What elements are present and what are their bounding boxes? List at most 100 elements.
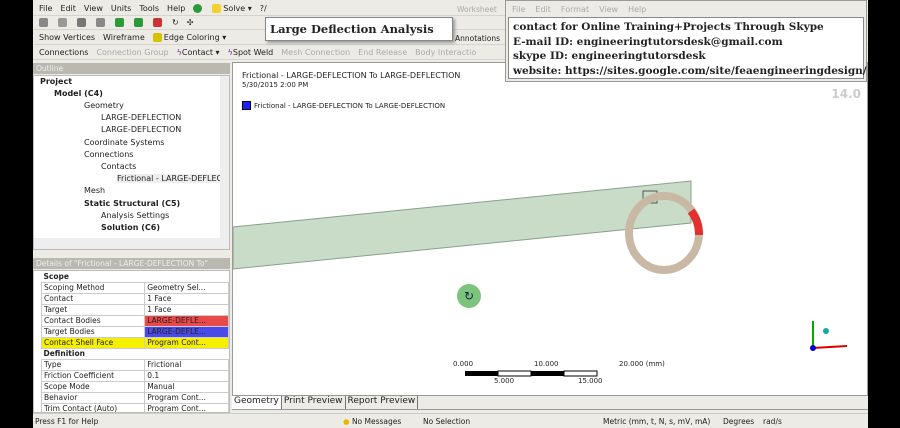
end-release-button[interactable]: End Release [358,48,407,57]
details-table: Scope Scoping Method Geometry Sel... Contac… [40,271,229,412]
details-row[interactable]: Friction Coefficient 0.1 [40,369,229,382]
title-overlay: Large Deflection Analysis [265,17,453,41]
wireframe-button[interactable]: Wireframe [103,33,145,42]
body-icon[interactable] [115,18,124,27]
menu-view[interactable]: View [84,4,103,13]
connection-group-button[interactable]: Connection Group [96,48,168,57]
menu-units[interactable]: Units [111,4,131,13]
move-icon[interactable]: ✣ [187,18,194,27]
details-row[interactable]: Type Frictional [40,358,229,371]
tab-geometry[interactable]: Geometry [232,396,282,409]
details-row[interactable]: Scoping Method Geometry Sel... [40,281,229,294]
tree-contacts[interactable]: Contacts [101,162,136,171]
face-icon[interactable] [96,18,105,27]
edge-coloring-button[interactable]: Edge Coloring ▾ [152,33,226,42]
show-vertices-button[interactable]: Show Vertices [39,33,95,42]
notepad-menu-view[interactable]: View [599,5,618,14]
details-row[interactable]: Contact 1 Face [40,292,229,305]
explode-icon[interactable] [153,18,162,27]
rotate-cursor-glyph: ↻ [464,289,474,303]
menu-tools[interactable]: Tools [139,4,159,13]
rotate-icon[interactable]: ↻ [172,18,179,27]
details-row[interactable]: Definition [42,348,229,359]
refresh-icon[interactable] [193,4,203,13]
property-value[interactable]: Program Cont... [144,336,229,349]
menu-help[interactable]: Help [167,4,185,13]
scale-label-5: 5.000 [494,377,515,385]
notepad-menu-file[interactable]: File [512,5,525,14]
property-value[interactable]: 1 Face [144,292,229,305]
notepad-menu-edit[interactable]: Edit [535,5,551,14]
tree-body-2[interactable]: LARGE-DEFLECTION [101,125,181,134]
select-icon[interactable] [39,18,48,27]
property-value[interactable]: LARGE-DEFLE... [144,314,229,327]
scale-bar [465,370,598,377]
outline-tree[interactable]: Project Model (C4) Geometry LARGE-DEFLEC… [33,75,230,250]
outline-scrollbar[interactable] [220,76,229,239]
mesh-connection-button[interactable]: Mesh Connection [281,48,350,57]
menu-file[interactable]: File [39,4,52,13]
tree-frictional-contact[interactable]: Frictional - LARGE-DEFLEC [117,174,223,183]
tab-print-preview[interactable]: Print Preview [282,396,346,409]
property-value[interactable]: Manual [144,380,229,393]
tree-static-structural[interactable]: Static Structural (C5) [84,199,180,208]
details-row[interactable]: Trim Contact (Auto) Program Cont... [40,402,229,412]
contact-line: contact for Online Training+Projects Thr… [513,21,824,33]
graphics-viewport[interactable]: Frictional - LARGE-DEFLECTION To LARGE-D… [232,62,868,396]
details-row[interactable]: Scope Mode Manual [40,380,229,393]
message-icon: ● [343,416,350,426]
property-value[interactable]: Program Cont... [144,391,229,404]
vertex-icon[interactable] [77,18,86,27]
status-angle[interactable]: Degrees [723,417,763,426]
body-interaction-button[interactable]: Body Interactio [415,48,476,57]
property-name: Scope Mode [40,380,146,393]
details-row[interactable]: Behavior Program Cont... [40,391,229,404]
status-messages[interactable]: ● No Messages [343,417,423,426]
tree-connections[interactable]: Connections [84,150,133,159]
pan-icon[interactable] [58,18,67,27]
tree-mesh[interactable]: Mesh [84,186,105,195]
tree-model[interactable]: Model (C4) [54,89,103,98]
details-row[interactable]: Contact Bodies LARGE-DEFLE... [40,314,229,327]
contact-button[interactable]: ϟContact ▾ [177,48,220,57]
property-name: Friction Coefficient [40,369,146,382]
lightning-icon [212,4,222,13]
tree-body-1[interactable]: LARGE-DEFLECTION [101,113,181,122]
property-value[interactable]: LARGE-DEFLE... [144,325,229,338]
status-units[interactable]: Metric (mm, t, N, s, mV, mA) [603,417,723,426]
beam-body [233,180,692,270]
property-value[interactable]: Frictional [144,358,229,371]
tree-geometry[interactable]: Geometry [84,101,124,110]
details-row[interactable]: Contact Shell Face Program Cont... [40,336,229,349]
tree-coordinate-systems[interactable]: Coordinate Systems [84,138,164,147]
details-row[interactable]: Scope [42,271,229,282]
status-rate[interactable]: rad/s [763,417,782,426]
outline-hscrollbar[interactable] [34,238,229,249]
annotations-button[interactable]: Annotations [455,34,500,43]
connections-label: Connections [39,48,89,57]
property-value[interactable]: Geometry Sel... [144,281,229,294]
help-button[interactable]: ?/ [260,4,267,13]
status-help: Press F1 for Help [35,416,99,426]
tab-report-preview[interactable]: Report Preview [346,396,419,409]
details-row[interactable]: Target Bodies LARGE-DEFLE... [40,325,229,338]
menu-edit[interactable]: Edit [60,4,76,13]
body-select-icon[interactable] [134,18,143,27]
worksheet-button[interactable]: Worksheet [457,5,497,14]
tree-solution[interactable]: Solution (C6) [101,223,160,232]
notepad-menu-format[interactable]: Format [561,5,589,14]
details-row[interactable]: Target 1 Face [40,303,229,316]
solve-button[interactable]: Solve ▾ [212,4,252,13]
tree-analysis-settings[interactable]: Analysis Settings [101,211,169,220]
notepad-text[interactable]: contact for Online Training+Projects Thr… [508,17,867,79]
edge-coloring-icon [152,33,162,42]
property-value[interactable]: Program Cont... [144,402,229,412]
spot-weld-button[interactable]: ϟSpot Weld [228,48,274,57]
website-line: website: https://sites.google.com/site/f… [513,64,867,77]
tree-project[interactable]: Project [40,77,72,86]
mechanical-window: File Edit View Units Tools Help Solve ▾ … [33,0,868,428]
property-value[interactable]: 1 Face [144,303,229,316]
scale-label-10: 10.000 [534,360,559,368]
notepad-menu-help[interactable]: Help [628,5,646,14]
property-value[interactable]: 0.1 [144,369,229,382]
